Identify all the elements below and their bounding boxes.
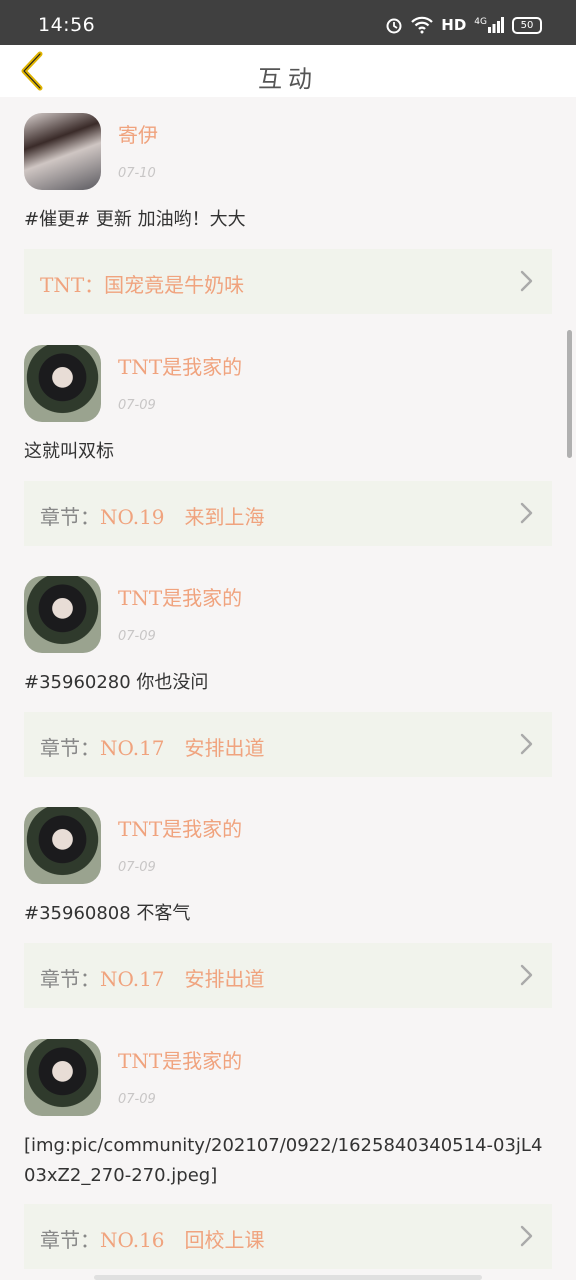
navigation-bar: 互动 (0, 45, 576, 97)
link-card-label: TNT：国宠竟是牛奶味 (40, 269, 244, 298)
avatar[interactable] (24, 807, 101, 884)
comment-date: 07-10 (118, 166, 156, 181)
link-prefix: 章节： (40, 967, 100, 991)
chevron-right-icon (520, 733, 533, 755)
scrollbar[interactable] (567, 330, 572, 458)
signal-label: 4G (474, 17, 487, 27)
comment-text: #催更# 更新 加油哟！大大 (24, 209, 246, 230)
link-title: NO.16 回校上课 (100, 1228, 265, 1252)
chevron-right-icon (520, 270, 533, 292)
link-title: NO.17 安排出道 (100, 967, 265, 991)
username[interactable]: TNT是我家的 (118, 813, 242, 842)
link-title: NO.19 来到上海 (100, 505, 265, 529)
signal-indicator: 4G (474, 17, 504, 33)
comment-date: 07-09 (118, 398, 156, 413)
link-card[interactable]: 章节：NO.19 来到上海 (24, 481, 552, 546)
comment-date: 07-09 (118, 1092, 156, 1107)
link-prefix: 章节： (40, 736, 100, 760)
page-title: 互动 (258, 65, 318, 93)
link-card[interactable]: 章节：NO.16 回校上课 (24, 1204, 552, 1269)
chevron-right-icon (520, 964, 533, 986)
link-prefix: 章节： (40, 1228, 100, 1252)
comment-date: 07-09 (118, 629, 156, 644)
wifi-icon (411, 16, 434, 34)
comment-date: 07-09 (118, 860, 156, 875)
username[interactable]: TNT是我家的 (118, 1045, 242, 1074)
status-time: 14:56 (38, 14, 96, 36)
battery-icon: 50 (512, 16, 542, 34)
comment-text: #35960280 你也没问 (24, 672, 209, 693)
alarm-icon (386, 18, 402, 34)
link-card[interactable]: TNT：国宠竟是牛奶味 (24, 249, 552, 314)
link-card[interactable]: 章节：NO.17 安排出道 (24, 943, 552, 1008)
avatar[interactable] (24, 345, 101, 422)
avatar[interactable] (24, 113, 101, 190)
network-type: HD (441, 16, 467, 34)
status-bar: 14:56 HD 4G 50 (0, 0, 576, 45)
avatar[interactable] (24, 576, 101, 653)
link-card-label: 章节：NO.19 来到上海 (40, 501, 265, 530)
status-icons: HD 4G 50 (385, 14, 542, 36)
link-card-label: 章节：NO.16 回校上课 (40, 1224, 265, 1253)
comment-text: 这就叫双标 (24, 441, 114, 462)
bottom-handle (94, 1275, 482, 1280)
chevron-right-icon (520, 1225, 533, 1247)
username[interactable]: TNT是我家的 (118, 351, 242, 380)
avatar[interactable] (24, 1039, 101, 1116)
link-title: TNT：国宠竟是牛奶味 (40, 273, 245, 297)
link-prefix: 章节： (40, 505, 100, 529)
username[interactable]: 寄伊 (118, 119, 158, 148)
comment-text: [img:pic/community/202107/0922/162584034… (24, 1135, 543, 1186)
link-card-label: 章节：NO.17 安排出道 (40, 732, 265, 761)
link-card-label: 章节：NO.17 安排出道 (40, 963, 265, 992)
username[interactable]: TNT是我家的 (118, 582, 242, 611)
comment-text: #35960808 不客气 (24, 903, 191, 924)
link-card[interactable]: 章节：NO.17 安排出道 (24, 712, 552, 777)
link-title: NO.17 安排出道 (100, 736, 265, 760)
chevron-right-icon (520, 502, 533, 524)
signal-icon (488, 17, 504, 33)
